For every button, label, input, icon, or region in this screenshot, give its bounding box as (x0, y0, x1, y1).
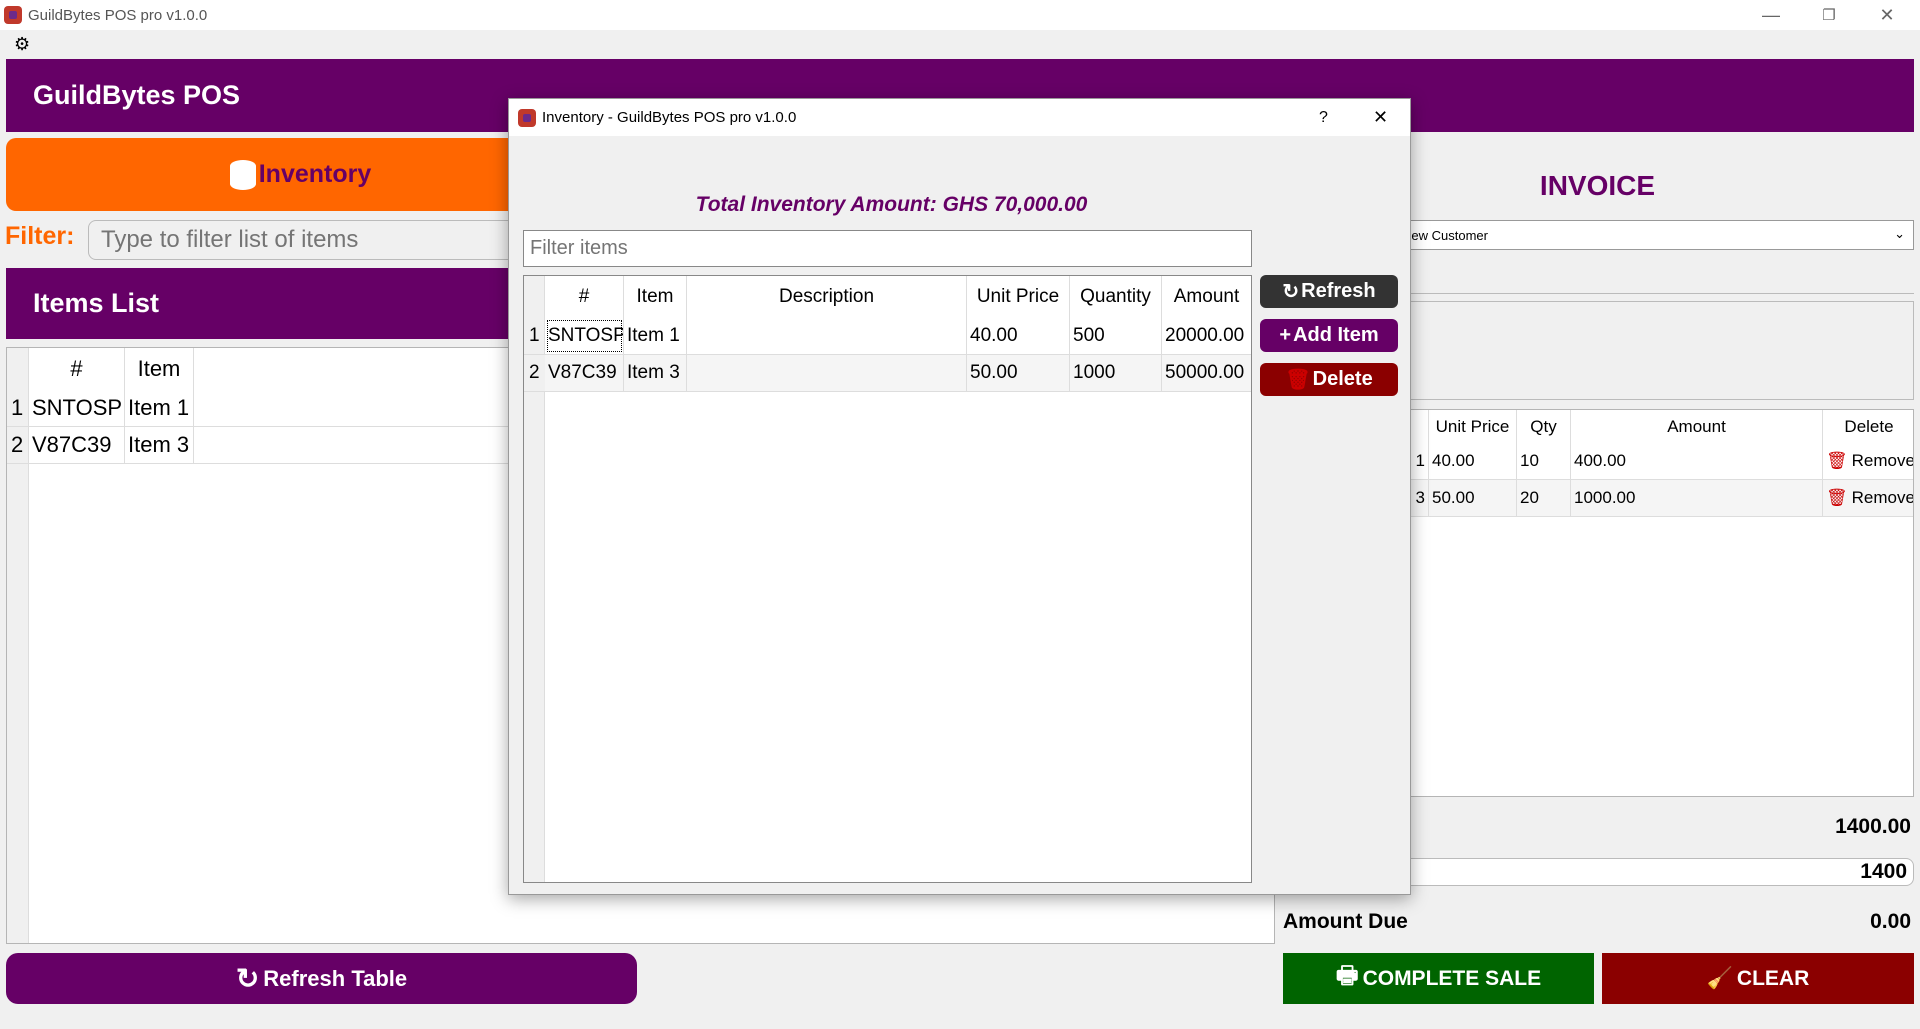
unit-price: 50.00 (967, 355, 1070, 391)
chevron-down-icon: ⌄ (1894, 226, 1905, 241)
amount-due-value: 0.00 (1870, 910, 1911, 933)
clear-button[interactable]: 🧹 CLEAR (1602, 953, 1914, 1004)
column-header-amount[interactable]: Amount (1162, 276, 1251, 318)
row-number: 2 (11, 432, 24, 457)
table-row[interactable]: 2 V87C39 Item 3 50.00 1000 50000.00 (524, 355, 1251, 392)
delete-button[interactable]: 🗑 Delete (1260, 363, 1398, 396)
database-icon (229, 159, 256, 190)
column-header-qty[interactable]: Qty (1517, 410, 1571, 443)
item-name: Item 3 (624, 355, 687, 391)
refresh-icon: ↻ (1282, 281, 1300, 303)
dialog-title: Inventory - GuildBytes POS pro v1.0.0 (542, 109, 797, 126)
inventory-dialog: Inventory - GuildBytes POS pro v1.0.0 ? … (508, 98, 1411, 895)
trash-icon: 🗑 (1826, 488, 1848, 507)
item-description (687, 318, 967, 354)
restore-button[interactable]: ❐ (1800, 0, 1858, 30)
dialog-filter-input[interactable] (523, 230, 1252, 267)
item-name: Item 3 (125, 427, 194, 463)
add-item-button[interactable]: + Add Item (1260, 319, 1398, 352)
item-code[interactable]: V87C39 (545, 355, 624, 391)
unit-price: 40.00 (967, 318, 1070, 354)
amount: 50000.00 (1165, 362, 1245, 383)
amount: 1000.00 (1571, 480, 1823, 516)
remove-button[interactable]: 🗑 Remove (1823, 480, 1914, 516)
inventory-table: # Item Description Unit Price Quantity A… (523, 275, 1252, 883)
app-logo-icon (4, 6, 22, 24)
refresh-label: Refresh (1301, 280, 1376, 302)
delete-label: Delete (1312, 368, 1373, 390)
column-header-unit-price[interactable]: Unit Price (1429, 410, 1517, 443)
complete-sale-button[interactable]: 🖶 COMPLETE SALE (1283, 953, 1594, 1004)
add-item-label: Add Item (1293, 324, 1379, 346)
printer-icon: 🖶 (1335, 962, 1359, 989)
app-title: GuildBytes POS (33, 80, 241, 110)
minimize-button[interactable]: — (1742, 0, 1800, 30)
inventory-label: Inventory (258, 160, 372, 188)
row-number: 2 (524, 355, 545, 391)
total-inventory-amount: Total Inventory Amount: GHS 70,000.00 (695, 193, 1088, 216)
complete-sale-label: COMPLETE SALE (1362, 966, 1542, 990)
column-header-number[interactable]: # (545, 276, 624, 318)
item-code: V87C39 (29, 427, 125, 463)
trash-icon: 🗑 (1826, 451, 1848, 470)
dialog-close-button[interactable]: ✕ (1373, 107, 1388, 128)
column-header-unit-price[interactable]: Unit Price (967, 276, 1070, 318)
close-button[interactable]: ✕ (1858, 0, 1916, 30)
refresh-icon: ↻ (235, 963, 260, 994)
dialog-titlebar: Inventory - GuildBytes POS pro v1.0.0 ? … (509, 99, 1410, 136)
table-row[interactable]: 1 SNTOSP Item 1 40.00 500 20000.00 (524, 318, 1251, 355)
column-header-item[interactable]: Item (624, 276, 687, 318)
remove-label: Remove (1851, 488, 1914, 507)
unit-price: 50.00 (1429, 480, 1517, 516)
app-logo-icon (518, 108, 536, 127)
row-number: 1 (11, 395, 24, 420)
column-header-description[interactable]: Description (687, 276, 967, 318)
item-code: SNTOSP (29, 390, 125, 426)
amount-due-label: Amount Due (1283, 910, 1408, 933)
qty: 10 (1517, 443, 1571, 479)
item-name: Item 1 (125, 390, 194, 426)
qty: 20 (1517, 480, 1571, 516)
column-header-item[interactable]: Item (125, 348, 194, 390)
column-header-number[interactable]: # (29, 348, 125, 390)
window-title: GuildBytes POS pro v1.0.0 (28, 6, 208, 24)
refresh-table-label: Refresh Table (263, 965, 408, 991)
column-header-quantity[interactable]: Quantity (1070, 276, 1162, 318)
quantity: 500 (1070, 318, 1162, 354)
items-list-title: Items List (33, 288, 160, 318)
column-header-delete[interactable]: Delete (1823, 410, 1913, 443)
broom-icon: 🧹 (1706, 966, 1733, 990)
column-header-amount[interactable]: Amount (1571, 410, 1823, 443)
quantity: 1000 (1070, 355, 1162, 391)
trash-icon: 🗑 (1285, 369, 1311, 391)
remove-label: Remove (1851, 451, 1914, 470)
item-code[interactable]: SNTOSP (545, 318, 624, 354)
refresh-button[interactable]: ↻ Refresh (1260, 275, 1398, 308)
gears-icon[interactable]: ⚙ (14, 34, 30, 55)
remove-button[interactable]: 🗑 Remove (1823, 443, 1914, 479)
help-button[interactable]: ? (1319, 109, 1328, 127)
unit-price: 40.00 (1429, 443, 1517, 479)
refresh-table-button[interactable]: ↻ Refresh Table (6, 953, 637, 1004)
item-description (687, 355, 967, 391)
customer-value: New Customer (1402, 228, 1488, 243)
amount: 20000.00 (1165, 325, 1245, 346)
plus-icon: + (1279, 324, 1292, 346)
filter-label: Filter: (5, 222, 75, 250)
clear-label: CLEAR (1736, 966, 1810, 990)
item-name: Item 1 (624, 318, 687, 354)
row-number: 1 (529, 325, 540, 346)
amount: 400.00 (1571, 443, 1823, 479)
window-titlebar: GuildBytes POS pro v1.0.0 — ❐ ✕ (0, 0, 1920, 30)
